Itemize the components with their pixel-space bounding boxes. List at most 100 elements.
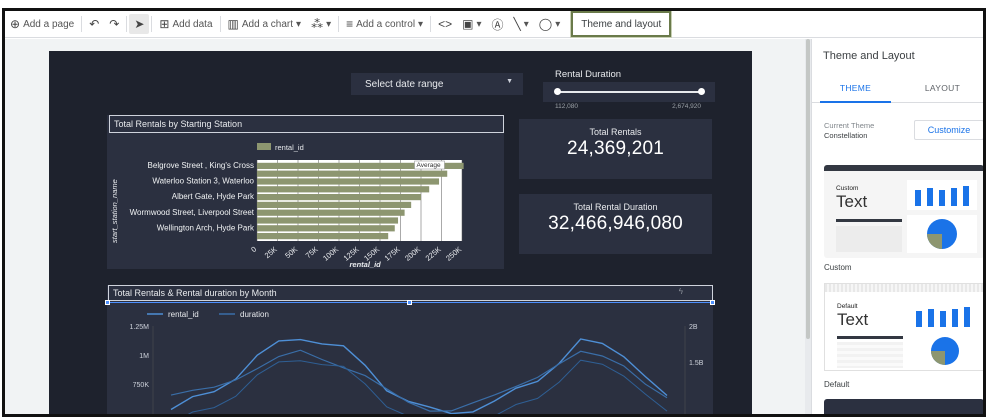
reference-line-label: Average (417, 162, 441, 169)
x-tick-label: 250K (444, 245, 463, 263)
theme-layout-panel: Theme and Layout THEME LAYOUT Current Th… (811, 39, 983, 414)
sample-bar (940, 311, 946, 327)
resize-handle[interactable] (105, 300, 110, 305)
kpi-total-rentals-label: Total Rentals (589, 127, 642, 137)
image-button[interactable]: ▣ ▾ (457, 14, 486, 34)
toolbar-divider (126, 16, 128, 32)
toolbar-divider (430, 16, 432, 32)
undo-button[interactable]: ↶ (84, 14, 104, 34)
y-axis-title: start_station_name (110, 179, 119, 243)
category-label: Waterloo Station 3, Waterloo (152, 177, 254, 186)
community-viz-icon: ⁂ (311, 17, 324, 31)
dropdown-caret-icon: ▾ (326, 18, 332, 30)
bar-chart-panel[interactable]: Total Rentals by Starting Station rental… (107, 115, 504, 269)
toolbar-divider (151, 16, 153, 32)
date-range-control[interactable]: Select date range ▼ (351, 73, 523, 95)
toolbar-divider (219, 16, 221, 32)
slider-max-value: 2,674,920 (672, 103, 701, 110)
shape-button[interactable]: ◯ ▾ (534, 14, 565, 34)
x-tick-label: 25K (263, 245, 279, 260)
category-label: Wellington Arch, Hyde Park (157, 223, 255, 232)
kpi-total-rental-duration-label: Total Rental Duration (573, 202, 658, 212)
tab-layout[interactable]: LAYOUT (899, 73, 983, 102)
dropdown-caret-icon: ▾ (418, 18, 424, 30)
select-tool-button[interactable]: ➤ (129, 14, 150, 34)
slider-track-box (543, 82, 715, 102)
current-theme: Current Theme Constellation (824, 121, 874, 141)
series-line-duration (170, 349, 668, 412)
legend-label: rental_id (168, 310, 199, 319)
sample-bar (928, 309, 934, 327)
card-text-sample: Text (837, 310, 869, 329)
add-page-label: Add a page (23, 18, 75, 30)
category-label: Albert Gate, Hyde Park (172, 192, 255, 201)
scrollbar-thumb[interactable] (806, 39, 810, 339)
sample-bar (915, 190, 921, 206)
slider-min-handle[interactable] (554, 88, 561, 95)
text-icon: Ⓐ (491, 17, 504, 32)
add-chart-label: Add a chart (241, 18, 294, 30)
kpi-total-rentals-value: 24,369,201 (566, 138, 665, 159)
toolbar-divider (338, 16, 340, 32)
bar (257, 233, 389, 240)
bar (257, 225, 395, 232)
cursor-icon: ➤ (134, 17, 145, 31)
redo-button[interactable]: ↷ (104, 14, 124, 34)
slider-max-handle[interactable] (698, 88, 705, 95)
line-button[interactable]: ╲ ▾ (508, 14, 533, 34)
panel-tabs: THEME LAYOUT (812, 73, 983, 103)
add-control-button[interactable]: ≡ Add a control ▾ (341, 14, 428, 34)
report-page: Select date range ▼ Rental Duration 112,… (49, 51, 752, 414)
add-data-button[interactable]: ⊞ Add data (154, 14, 217, 34)
legend-label: rental_id (275, 143, 304, 152)
add-control-label: Add a control (356, 18, 416, 30)
card-small-label: Custom (836, 185, 859, 192)
panel-title: Theme and Layout (823, 50, 915, 62)
y-left-tick: 1.25M (130, 324, 150, 331)
bar (257, 194, 421, 201)
theme-card-dark[interactable] (824, 399, 983, 414)
control-icon: ≡ (346, 17, 354, 31)
theme-card-custom[interactable]: Custom Text (824, 165, 983, 258)
card-line (836, 219, 902, 222)
x-tick-label: 75K (304, 245, 320, 260)
series-line-rental-id (170, 338, 668, 414)
sample-bar (964, 307, 970, 327)
kpi-total-rentals[interactable]: Total Rentals 24,369,201 (519, 119, 712, 179)
y-right-tick: 1.5B (689, 360, 704, 367)
community-viz-button[interactable]: ⁂ ▾ (306, 14, 336, 34)
embed-url-button[interactable]: <> (433, 14, 457, 34)
kpi-total-rental-duration[interactable]: Total Rental Duration 32,466,946,080 (519, 194, 712, 254)
x-tick-label: 0 (249, 245, 258, 255)
card-header-strip (825, 284, 983, 292)
rental-duration-slider[interactable]: Rental Duration 112,080 2,674,920 (543, 67, 715, 111)
legend-swatch (257, 143, 271, 150)
add-chart-button[interactable]: ▥ Add a chart ▾ (223, 14, 307, 34)
add-page-icon: ⊕ (10, 17, 21, 31)
add-page-button[interactable]: ⊕ Add a page (5, 14, 79, 34)
dropdown-caret-icon: ▾ (296, 18, 302, 30)
current-theme-value: Constellation (824, 131, 868, 140)
tab-theme[interactable]: THEME (812, 73, 899, 103)
card-table-sample (836, 226, 902, 252)
add-data-label: Add data (172, 18, 213, 30)
customize-button[interactable]: Customize (914, 120, 983, 140)
theme-and-layout-button[interactable]: Theme and layout (570, 11, 673, 38)
line-icon: ╲ (513, 17, 521, 31)
resize-handle[interactable] (407, 300, 412, 305)
x-tick-label: 50K (283, 245, 299, 260)
app-frame: ⊕ Add a page ↶ ↷ ➤ ⊞ Add data ▥ Add a ch… (2, 8, 986, 417)
chart-icon: ▥ (227, 17, 239, 31)
legend-label: duration (240, 310, 269, 319)
bar (257, 178, 440, 185)
kpi-total-rental-duration-value: 32,466,946,080 (548, 213, 683, 234)
y-left-tick: 1M (139, 353, 149, 360)
x-axis-title: rental_id (350, 260, 382, 269)
dropdown-caret-icon: ▾ (555, 18, 561, 30)
theme-card-default[interactable]: Default Text (824, 283, 983, 371)
slider-title: Rental Duration (555, 69, 622, 80)
undo-icon: ↶ (89, 17, 100, 31)
text-button[interactable]: Ⓐ (486, 14, 508, 34)
toolbar-divider (81, 16, 83, 32)
resize-handle[interactable] (710, 300, 715, 305)
